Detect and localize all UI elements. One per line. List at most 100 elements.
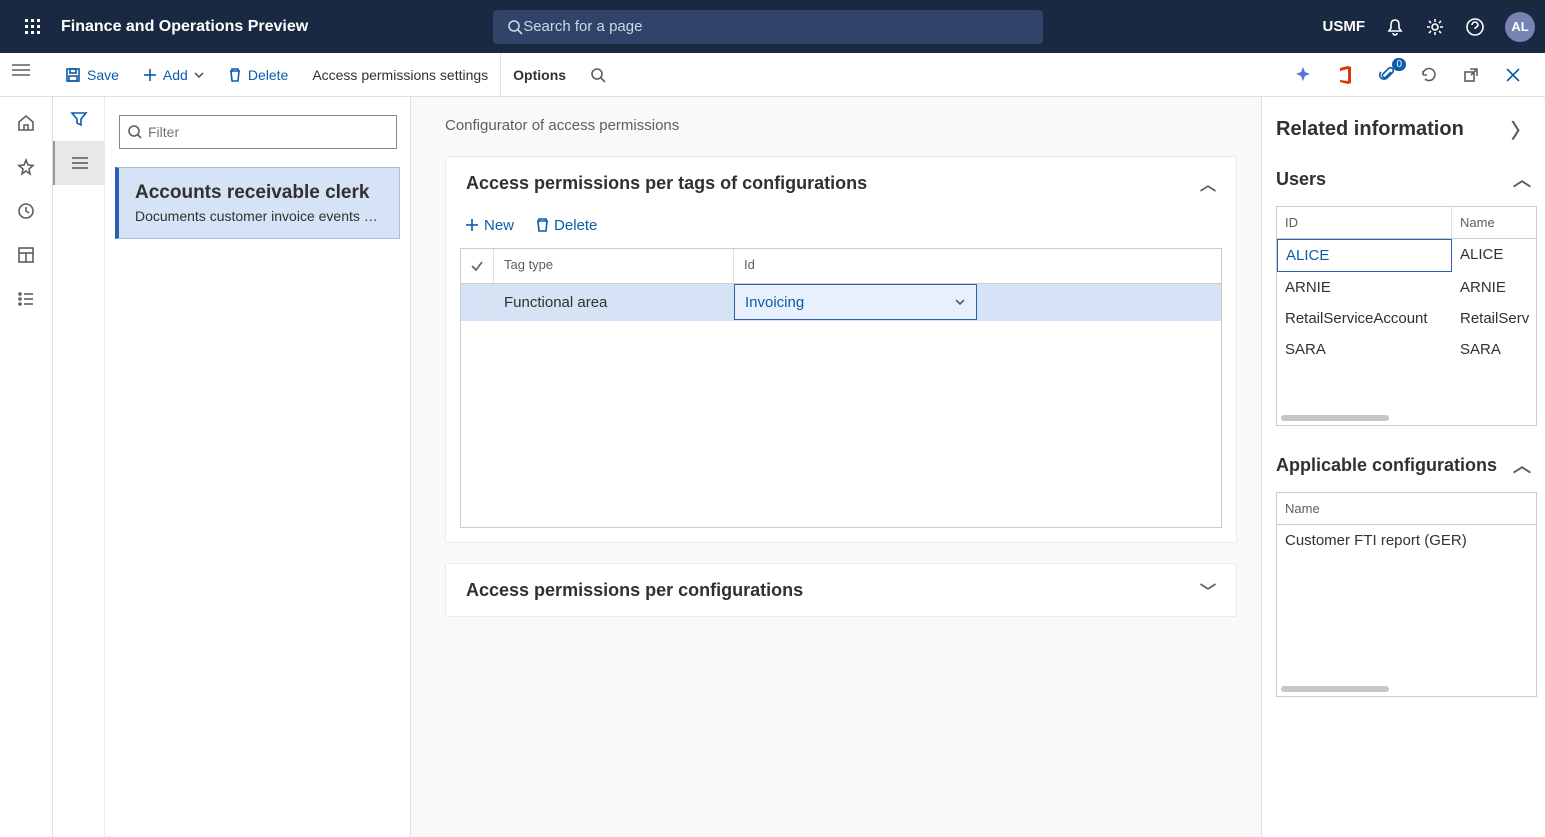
copilot-button[interactable] <box>1289 61 1317 89</box>
office-button[interactable] <box>1331 61 1359 89</box>
cell-id[interactable]: Invoicing <box>734 284 977 320</box>
delete-button[interactable]: Delete <box>216 53 300 97</box>
list-list-toggle[interactable] <box>53 141 105 185</box>
list-mode-column <box>53 97 105 837</box>
company-label[interactable]: USMF <box>1323 18 1366 35</box>
filter-icon <box>70 110 88 128</box>
user-row[interactable]: RetailServiceAccount RetailServ <box>1277 303 1536 334</box>
nav-recent[interactable] <box>0 191 53 231</box>
chevron-down-icon <box>954 296 966 308</box>
role-card[interactable]: Accounts receivable clerk Documents cust… <box>115 167 400 239</box>
check-icon <box>470 259 484 273</box>
cell-tag-type[interactable]: Functional area <box>494 284 734 320</box>
access-settings-button[interactable]: Access permissions settings <box>300 53 500 97</box>
panel-tags-title: Access permissions per tags of configura… <box>466 173 867 194</box>
notifications-button[interactable] <box>1385 17 1405 37</box>
user-name-cell: ALICE <box>1452 239 1536 272</box>
plus-icon <box>466 219 479 232</box>
list-pane: Accounts receivable clerk Documents cust… <box>105 97 411 837</box>
refresh-icon <box>1420 66 1438 84</box>
waffle-icon <box>25 19 41 35</box>
related-expand-button[interactable]: 〉 <box>1511 115 1531 144</box>
nav-toggle-button[interactable] <box>12 63 30 80</box>
office-icon <box>1337 66 1353 84</box>
header-right: USMF AL <box>1323 12 1536 42</box>
options-button[interactable]: Options <box>500 53 578 97</box>
settings-button[interactable] <box>1425 17 1445 37</box>
plus-icon <box>143 68 157 82</box>
panel-tags: Access permissions per tags of configura… <box>445 156 1237 543</box>
nav-workspaces[interactable] <box>0 235 53 275</box>
users-section-header[interactable]: Users ︿ <box>1276 166 1537 192</box>
panel-configs-title: Access permissions per configurations <box>466 580 803 601</box>
add-button[interactable]: Add <box>131 53 216 97</box>
chevron-up-icon: ︿ <box>1513 452 1531 478</box>
star-icon <box>17 158 35 176</box>
related-info-header: Related information 〉 <box>1276 115 1537 144</box>
user-name-cell: ARNIE <box>1452 272 1536 303</box>
col-user-id[interactable]: ID <box>1277 207 1452 238</box>
user-row[interactable]: ARNIE ARNIE <box>1277 272 1536 303</box>
col-id[interactable]: Id <box>734 249 977 283</box>
panel-tags-header[interactable]: Access permissions per tags of configura… <box>446 157 1236 209</box>
refresh-button[interactable] <box>1415 61 1443 89</box>
nav-modules[interactable] <box>0 279 53 319</box>
attachments-button[interactable]: 0 <box>1373 61 1401 89</box>
app-launcher-button[interactable] <box>10 19 55 35</box>
list-filter-toggle[interactable] <box>53 97 105 141</box>
close-icon <box>1506 68 1520 82</box>
open-new-button[interactable] <box>1457 61 1485 89</box>
row-selector[interactable] <box>461 284 494 318</box>
role-card-title: Accounts receivable clerk <box>135 182 383 204</box>
options-label: Options <box>513 67 566 83</box>
delete-label: Delete <box>248 67 288 83</box>
grid-row[interactable]: Functional area Invoicing <box>461 284 1221 321</box>
list-icon <box>17 290 35 308</box>
user-id-cell[interactable]: ALICE <box>1277 239 1452 272</box>
user-id-cell: RetailServiceAccount <box>1277 303 1452 334</box>
list-filter-input[interactable] <box>148 124 388 140</box>
user-avatar[interactable]: AL <box>1505 12 1535 42</box>
help-button[interactable] <box>1465 17 1485 37</box>
close-button[interactable] <box>1499 61 1527 89</box>
user-name-cell: SARA <box>1452 334 1536 365</box>
trash-icon <box>228 67 242 83</box>
new-button[interactable]: New <box>460 213 520 238</box>
panel-configs-header[interactable]: Access permissions per configurations ﹀ <box>446 564 1236 616</box>
page-title: Configurator of access permissions <box>445 117 1237 134</box>
users-scroll-spacer <box>1277 365 1536 425</box>
chevron-down-icon: ﹀ <box>1200 578 1216 602</box>
configs-section-header[interactable]: Applicable configurations ︿ <box>1276 452 1537 478</box>
global-search[interactable] <box>493 10 1043 44</box>
access-settings-label: Access permissions settings <box>312 67 488 83</box>
save-button[interactable]: Save <box>53 53 131 97</box>
config-row[interactable]: Customer FTI report (GER) <box>1277 525 1536 556</box>
toolbar-right: 0 <box>1289 61 1545 89</box>
col-config-name[interactable]: Name <box>1277 493 1536 524</box>
user-id-cell: SARA <box>1277 334 1452 365</box>
add-label: Add <box>163 67 188 83</box>
popout-icon <box>1463 67 1479 83</box>
related-info-pane: Related information 〉 Users ︿ ID Name AL… <box>1261 97 1545 837</box>
sparkle-icon <box>1294 66 1312 84</box>
page-search-button[interactable] <box>578 53 618 97</box>
col-tag-type[interactable]: Tag type <box>494 249 734 283</box>
user-row[interactable]: ALICE ALICE <box>1277 239 1536 272</box>
list-filter[interactable] <box>119 115 397 149</box>
user-row[interactable]: SARA SARA <box>1277 334 1536 365</box>
action-toolbar: Save Add Delete Access permissions setti… <box>0 53 1545 97</box>
gear-icon <box>1426 18 1444 36</box>
save-icon <box>65 67 81 83</box>
users-grid-header: ID Name <box>1277 207 1536 239</box>
grid-select-all[interactable] <box>461 249 494 283</box>
users-grid: ID Name ALICE ALICE ARNIE ARNIE RetailSe… <box>1276 206 1537 426</box>
role-card-subtitle: Documents customer invoice events and ..… <box>135 208 383 224</box>
col-user-name[interactable]: Name <box>1452 207 1536 238</box>
attachments-badge: 0 <box>1392 58 1406 71</box>
global-search-input[interactable] <box>523 18 1029 35</box>
panel-configs: Access permissions per configurations ﹀ <box>445 563 1237 617</box>
nav-home[interactable] <box>0 103 53 143</box>
nav-favorites[interactable] <box>0 147 53 187</box>
clock-icon <box>17 202 35 220</box>
grid-delete-button[interactable]: Delete <box>530 213 603 238</box>
